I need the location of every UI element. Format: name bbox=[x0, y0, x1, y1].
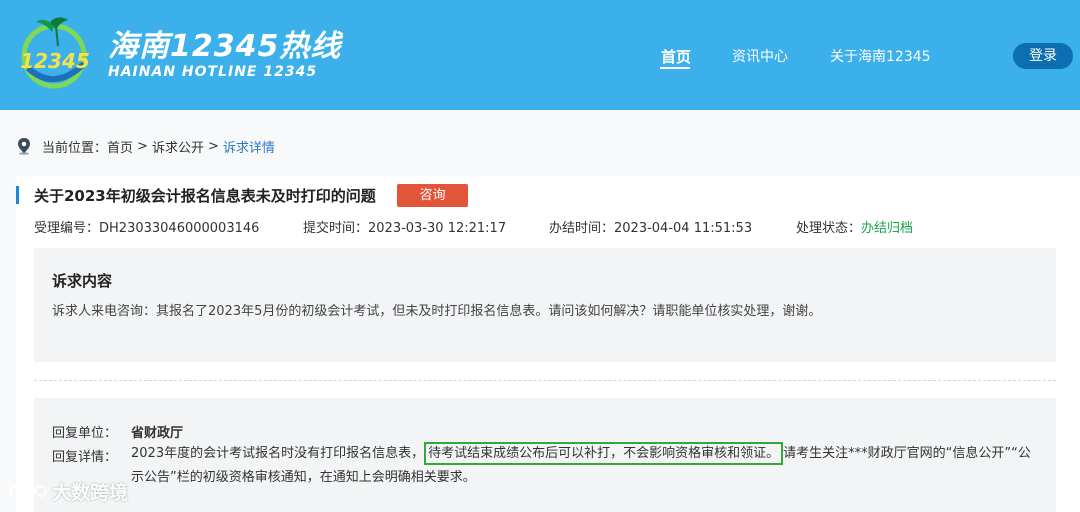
meta-value: 2023-04-04 11:51:53 bbox=[614, 221, 753, 236]
appeal-title: 关于2023年初级会计报名信息表未及时打印的问题 bbox=[34, 187, 376, 205]
status-value: 办结归档 bbox=[861, 221, 914, 236]
nav-home[interactable]: 首页 bbox=[661, 46, 691, 67]
meta-label: 处理状态： bbox=[796, 221, 862, 236]
site-header: 12345 海南12345热线 HAINAN HOTLINE 12345 首页 … bbox=[0, 0, 1080, 110]
watermark: 大数跨境 bbox=[6, 478, 128, 505]
appeal-type-badge: 咨询 bbox=[397, 184, 468, 207]
meta-label: 受理编号： bbox=[34, 221, 100, 236]
breadcrumb-prefix: 当前位置： bbox=[42, 140, 108, 156]
reply-text-part: 2023年度的会计考试报名时没有打印报名信息表， bbox=[131, 446, 425, 461]
logo-icon[interactable]: 12345 bbox=[14, 12, 96, 90]
breadcrumb: 当前位置： 首页 > 诉求公开 > 诉求详情 bbox=[16, 136, 275, 156]
reply-detail-text: 2023年度的会计考试报名时没有打印报名信息表， 待考试结束成绩公布后可以补打，不… bbox=[131, 442, 1035, 490]
meta-close-time: 办结时间：2023-04-04 11:51:53 bbox=[549, 217, 752, 236]
breadcrumb-public-appeals[interactable]: 诉求公开 bbox=[152, 137, 204, 156]
appeal-content-text: 诉求人来电咨询：其报名了2023年5月份的初级会计考试，但未及时打印报名信息表。… bbox=[52, 304, 822, 319]
meta-label: 提交时间： bbox=[303, 221, 369, 236]
nav-news-center[interactable]: 资讯中心 bbox=[732, 46, 788, 66]
meta-case-number: 受理编号：DH23033046000003146 bbox=[34, 217, 259, 236]
breadcrumb-home[interactable]: 首页 bbox=[107, 137, 133, 156]
reply-highlighted-text: 待考试结束成绩公布后可以补打，不会影响资格审核和领证。 bbox=[424, 442, 784, 465]
breadcrumb-current[interactable]: 诉求详情 bbox=[223, 137, 275, 156]
appeal-content-box: 诉求内容 诉求人来电咨询：其报名了2023年5月份的初级会计考试，但未及时打印报… bbox=[34, 248, 1056, 362]
nav-about[interactable]: 关于海南12345 bbox=[830, 46, 931, 66]
nav-active-indicator bbox=[660, 67, 690, 69]
logo-subtitle: HAINAN HOTLINE 12345 bbox=[108, 64, 318, 80]
reply-unit-label: 回复单位： bbox=[52, 426, 118, 441]
reply-unit-value: 省财政厅 bbox=[131, 426, 184, 441]
appeal-content-heading: 诉求内容 bbox=[52, 272, 113, 290]
breadcrumb-separator: > bbox=[137, 138, 148, 154]
login-button[interactable]: 登录 bbox=[1013, 43, 1073, 69]
meta-value: 2023-03-30 12:21:17 bbox=[368, 221, 507, 236]
section-divider bbox=[34, 380, 1056, 381]
svg-text:12345: 12345 bbox=[20, 49, 90, 73]
watermark-text: 大数跨境 bbox=[52, 482, 129, 504]
meta-submit-time: 提交时间：2023-03-30 12:21:17 bbox=[303, 217, 506, 236]
meta-value: DH23033046000003146 bbox=[99, 221, 260, 236]
watermark-logo-icon bbox=[9, 484, 47, 497]
location-pin-icon bbox=[18, 138, 30, 155]
meta-status: 处理状态：办结归档 bbox=[796, 217, 913, 236]
appeal-detail-card: 关于2023年初级会计报名信息表未及时打印的问题 咨询 受理编号：DH23033… bbox=[16, 176, 1080, 512]
reply-box: 回复单位： 省财政厅 回复详情： 2023年度的会计考试报名时没有打印报名信息表… bbox=[34, 398, 1056, 512]
logo-title: 海南12345热线 bbox=[108, 29, 342, 64]
breadcrumb-separator: > bbox=[207, 138, 219, 154]
title-accent-bar bbox=[16, 186, 19, 204]
reply-detail-label: 回复详情： bbox=[52, 450, 118, 465]
meta-label: 办结时间： bbox=[549, 221, 615, 236]
